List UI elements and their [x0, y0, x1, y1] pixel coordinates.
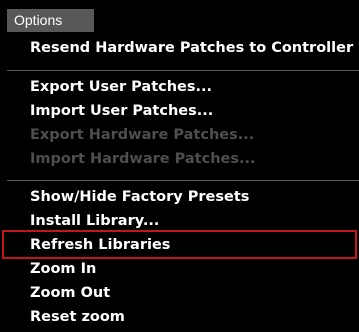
menu-item-import-user-patches[interactable]: Import User Patches...: [30, 100, 213, 122]
menu-item-import-hardware-patches: Import Hardware Patches...: [30, 151, 256, 167]
menu-separator: [7, 180, 359, 181]
menu-item-install-library[interactable]: Install Library...: [30, 210, 159, 232]
menu-item-show-hide-factory-presets[interactable]: Show/Hide Factory Presets: [30, 186, 249, 208]
menu-item-zoom-in[interactable]: Zoom In: [30, 258, 96, 280]
menu-item-export-hardware-patches: Export Hardware Patches...: [30, 127, 255, 143]
menu-item-export-user-patches[interactable]: Export User Patches...: [30, 76, 212, 98]
refresh-libraries-highlight-box: [2, 230, 357, 259]
menu-item-reset-zoom[interactable]: Reset zoom: [30, 306, 125, 328]
menu-item-zoom-out[interactable]: Zoom Out: [30, 282, 110, 304]
menu-item-resend-hardware-patches[interactable]: Resend Hardware Patches to Controller: [30, 37, 353, 59]
options-menu-title[interactable]: Options: [7, 9, 94, 32]
menu-separator: [7, 70, 359, 71]
